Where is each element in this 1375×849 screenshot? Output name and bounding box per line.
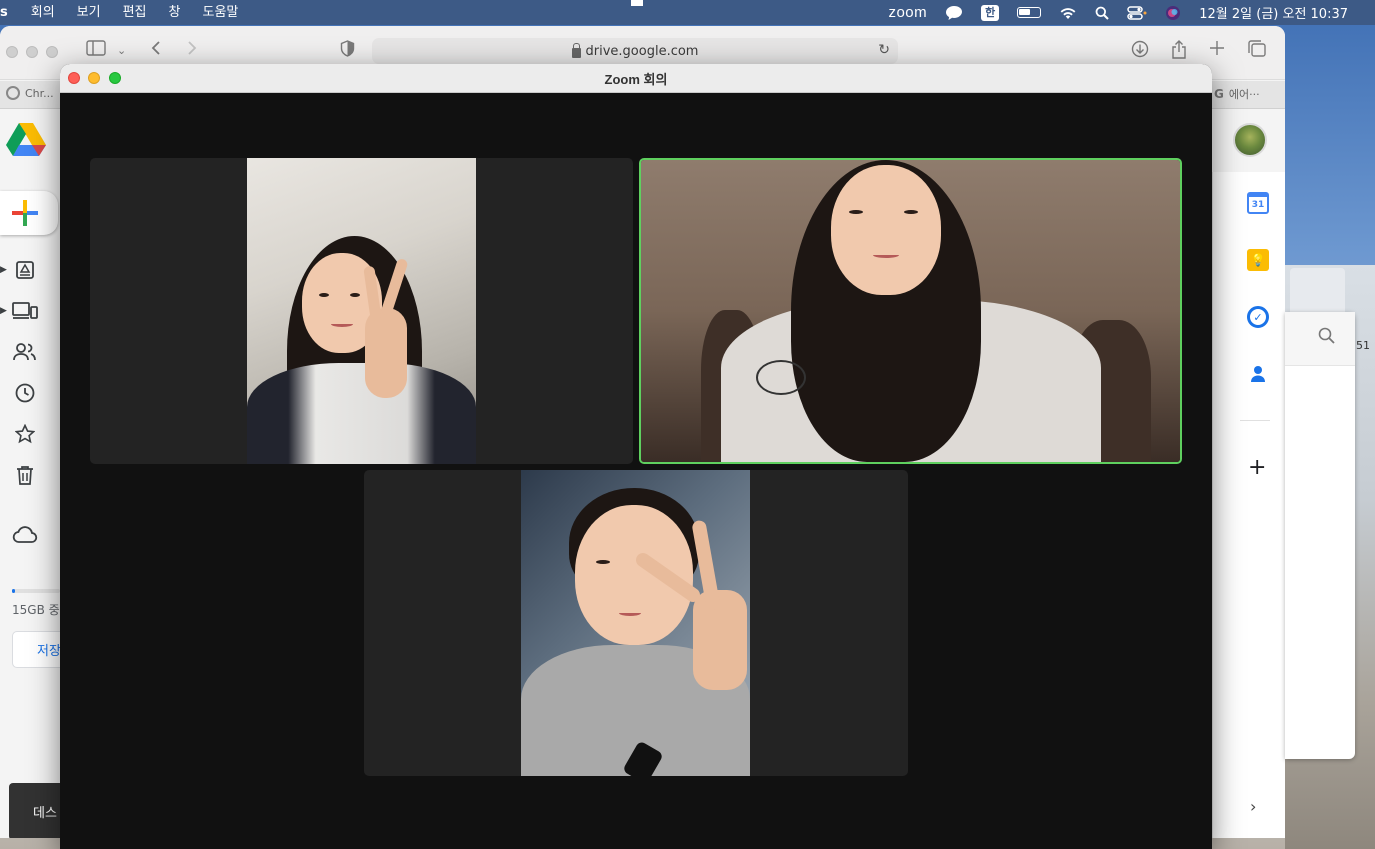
menu-bar: s 회의 보기 편집 창 도움말 zoom 한 12월 2일 (금) 오전 10… [0, 0, 1375, 25]
storage-usage-fill [12, 589, 15, 593]
snackbar-text: 데스 [33, 806, 57, 821]
participant-1-video [247, 158, 476, 464]
close-window-button[interactable] [68, 72, 80, 84]
drive-side-panel [1212, 172, 1285, 838]
participant-3-video [521, 470, 750, 776]
input-method-indicator[interactable]: 한 [972, 0, 1008, 25]
menu-window[interactable]: 창 [158, 0, 192, 25]
collapse-panel-icon[interactable]: › [1250, 797, 1256, 816]
spotlight-search-icon[interactable] [1086, 0, 1118, 25]
battery-level [1017, 7, 1042, 18]
storage-text: 15GB 중 [12, 603, 60, 617]
new-tab-icon[interactable] [1209, 40, 1225, 61]
fullscreen-window-button[interactable] [109, 72, 121, 84]
buy-storage-label: 저장 [37, 644, 61, 659]
account-avatar[interactable] [1233, 123, 1267, 157]
tab-airpods-label: 에어··· [1228, 88, 1260, 101]
menu-edit[interactable]: 편집 [112, 0, 158, 25]
lock-icon [571, 42, 581, 58]
video-tile-participant-2[interactable] [639, 158, 1182, 464]
zoom-title-bar[interactable]: Zoom 회의 [60, 64, 1212, 93]
zoom-meeting-window: Zoom 회의 [60, 64, 1212, 849]
tab-chrome[interactable]: Chr... [6, 86, 54, 100]
battery-icon[interactable] [1008, 0, 1050, 25]
screen-notch-marker [631, 0, 643, 6]
storage-cloud-icon[interactable] [12, 523, 38, 547]
trash-icon[interactable] [12, 463, 38, 487]
forward-icon[interactable] [186, 40, 198, 61]
search-icon[interactable] [1318, 327, 1335, 348]
expand-arrow-icon[interactable]: ▶ [0, 306, 7, 316]
google-drive-logo-icon[interactable] [6, 122, 46, 156]
zoom-window-title: Zoom 회의 [604, 71, 668, 87]
address-bar[interactable]: drive.google.com ↻ [372, 38, 898, 64]
minimize-window-button[interactable] [88, 72, 100, 84]
add-addon-icon[interactable]: + [1248, 455, 1266, 480]
computers-icon[interactable] [12, 299, 38, 323]
background-window [1285, 312, 1355, 759]
calendar-day: 31 [1251, 199, 1265, 210]
google-favicon-icon: G [1214, 87, 1224, 101]
participant-2-video [641, 160, 1180, 462]
storage-usage-bar [12, 589, 60, 593]
menu-app-name[interactable]: s [0, 0, 20, 25]
shared-with-me-icon[interactable] [12, 340, 38, 364]
chrome-favicon-icon [6, 86, 20, 100]
contacts-icon[interactable] [1247, 363, 1269, 385]
downloads-icon[interactable] [1131, 40, 1149, 63]
recent-icon[interactable] [12, 381, 38, 405]
privacy-shield-icon[interactable] [340, 40, 355, 62]
wallpaper-dome [1290, 268, 1345, 313]
address-text: drive.google.com [585, 43, 699, 59]
control-center-icon[interactable] [1118, 0, 1156, 25]
new-button[interactable] [0, 191, 58, 235]
menu-help[interactable]: 도움말 [191, 0, 249, 25]
input-method-label: 한 [981, 4, 1000, 21]
my-drive-icon[interactable] [12, 258, 38, 282]
zoom-status-item[interactable]: zoom [879, 0, 936, 25]
wifi-icon[interactable] [1050, 0, 1086, 25]
menu-bar-right: zoom 한 12월 2일 (금) 오전 10:37 [879, 0, 1357, 25]
menu-bar-left: s 회의 보기 편집 창 도움말 [0, 0, 249, 25]
chevron-down-icon[interactable]: ⌄ [117, 44, 126, 57]
keep-icon[interactable]: 💡 [1247, 249, 1269, 271]
sidebar-toggle-icon[interactable] [86, 40, 106, 61]
side-panel-divider [1240, 420, 1270, 421]
tab-chrome-label: Chr... [25, 86, 54, 100]
video-tile-participant-3[interactable] [364, 470, 908, 776]
video-tile-participant-1[interactable] [90, 158, 633, 464]
background-window-number: 51 [1356, 339, 1370, 352]
siri-icon[interactable] [1156, 0, 1190, 25]
tab-airpods[interactable]: G 에어··· [1214, 86, 1260, 102]
calendar-icon[interactable]: 31 [1247, 192, 1269, 214]
new-plus-icon [12, 200, 38, 226]
starred-icon[interactable] [12, 422, 38, 446]
safari-traffic-lights[interactable] [6, 46, 58, 58]
back-icon[interactable] [150, 40, 162, 61]
tab-overview-icon[interactable] [1247, 40, 1267, 63]
menu-view[interactable]: 보기 [66, 0, 112, 25]
menu-meeting[interactable]: 회의 [20, 0, 66, 25]
expand-arrow-icon[interactable]: ▶ [0, 265, 7, 275]
menu-bar-clock[interactable]: 12월 2일 (금) 오전 10:37 [1190, 0, 1357, 25]
share-icon[interactable] [1171, 40, 1187, 64]
message-bubble-icon[interactable] [936, 0, 972, 25]
reload-icon[interactable]: ↻ [878, 42, 890, 58]
tasks-icon[interactable]: ✓ [1247, 306, 1269, 328]
